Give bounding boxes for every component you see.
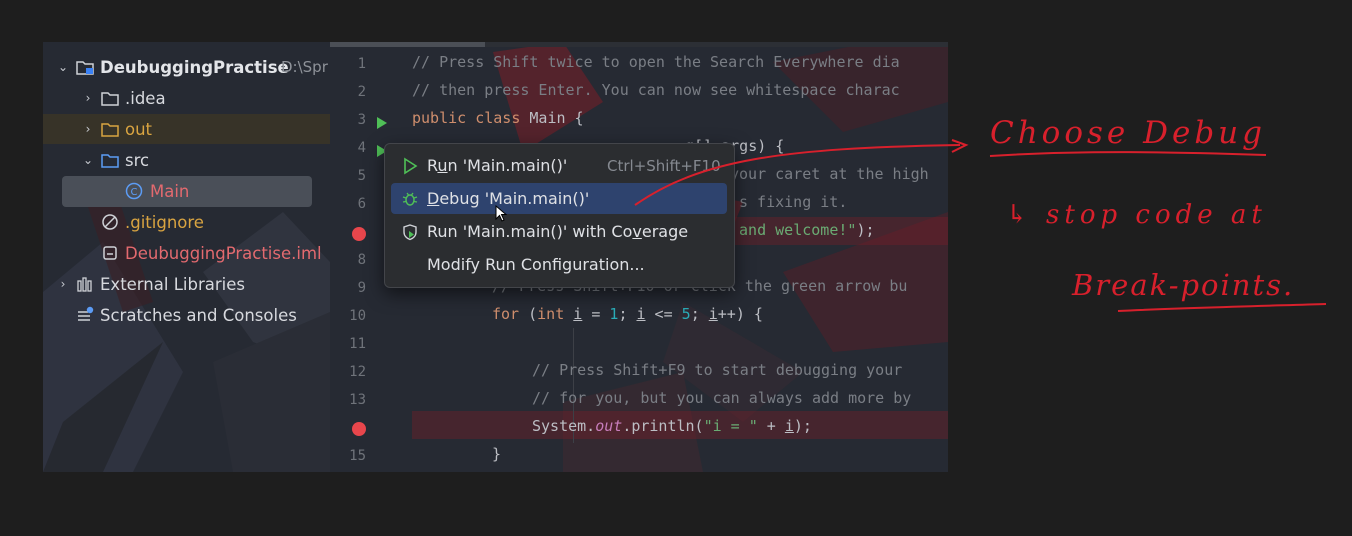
annotation-underline — [1117, 303, 1327, 312]
annotation-underline — [989, 151, 1267, 157]
annotation-choose-debug: Choose Debug — [990, 115, 1266, 151]
annotation-arrow — [634, 144, 961, 206]
annotation-breakpoints: Break-points. — [1071, 268, 1294, 302]
annotation-stop-code: ↳ stop code at — [1006, 200, 1267, 230]
handwritten-annotations: Choose Debug ↳ stop code at Break-points… — [634, 115, 1327, 312]
